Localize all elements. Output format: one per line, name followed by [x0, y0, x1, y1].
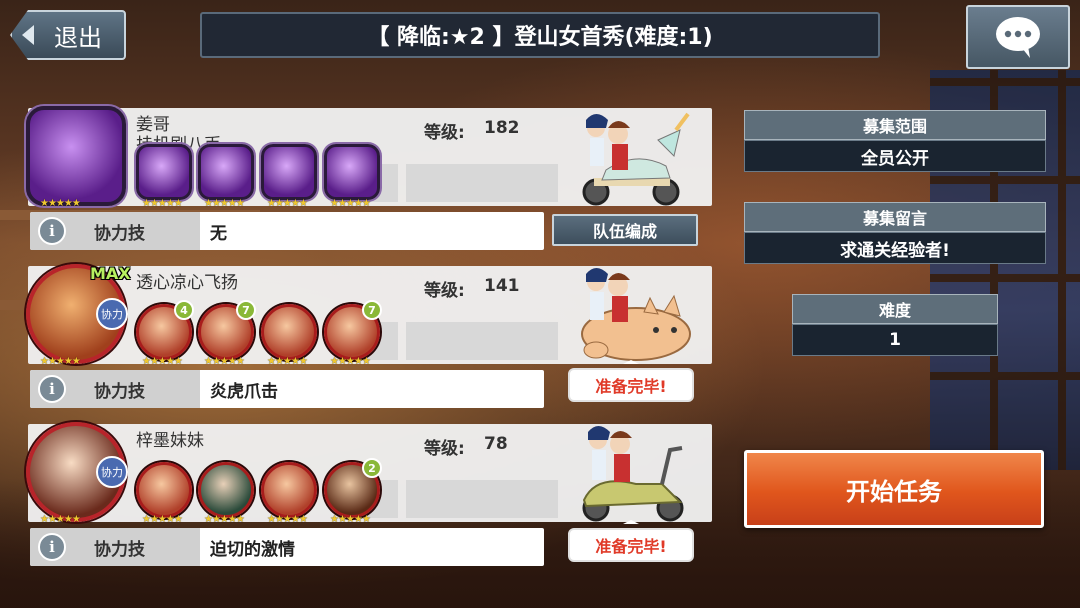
chat-bubble-icon [996, 17, 1040, 58]
unit-avatar[interactable] [324, 144, 380, 200]
skill-bar: 协力技 i 炎虎爪击 [30, 370, 544, 408]
ready-status: 准备完毕! [568, 520, 694, 562]
skill-bar: 协力技 i 迫切的激情 [30, 528, 544, 566]
level-value: 141 [484, 276, 520, 296]
ready-status: 准备完毕! [568, 360, 694, 402]
skill-value: 炎虎爪击 [210, 381, 278, 402]
unit-level-badge: 2 [362, 458, 382, 478]
unit-level-badge: 7 [362, 300, 382, 320]
info-icon[interactable]: i [38, 533, 66, 561]
rarity-stars: ★★★★★ [142, 356, 183, 367]
info-icon[interactable]: i [38, 217, 66, 245]
unit-avatar[interactable] [198, 144, 254, 200]
level-label: 等级: [424, 123, 465, 143]
empty-slot [406, 164, 558, 202]
rarity-stars: ★★★★★ [142, 514, 183, 525]
start-mission-button[interactable]: 开始任务 [744, 450, 1044, 528]
rarity-stars: ★★★★★ [267, 356, 308, 367]
recruit-range-value: 全员公开 [744, 140, 1046, 172]
player-name: 梓墨妹妹 [136, 431, 204, 451]
unit-avatar[interactable] [261, 304, 317, 360]
recruit-message-label: 募集留言 [744, 202, 1046, 232]
info-icon[interactable]: i [38, 375, 66, 403]
unit-level-badge: 4 [174, 300, 194, 320]
rarity-stars: ★★★★★ [142, 198, 183, 209]
team-formation-button[interactable]: 队伍编成 [552, 214, 698, 246]
rarity-stars: ★★★★★ [40, 356, 81, 367]
coop-tag: 协力 [96, 298, 128, 330]
chat-button[interactable] [966, 5, 1070, 69]
level-label: 等级: [424, 281, 465, 301]
rarity-stars: ★★★★★ [204, 198, 245, 209]
empty-slot [406, 322, 558, 360]
back-arrow-icon [22, 25, 34, 45]
unit-avatar[interactable] [261, 144, 317, 200]
skill-value: 无 [210, 223, 227, 244]
player-name: 透心凉心飞扬 [136, 273, 238, 293]
leader-avatar[interactable] [26, 106, 126, 206]
recruit-message-value: 求通关经验者! [744, 232, 1046, 264]
level-value: 182 [484, 118, 520, 138]
unit-level-badge: 7 [236, 300, 256, 320]
skill-value: 迫切的激情 [210, 539, 295, 560]
level-value: 78 [484, 434, 508, 454]
rarity-stars: ★★★★★ [330, 514, 371, 525]
quest-title: 【 降临:★2 】登山女首秀(难度:1) [200, 12, 880, 58]
unicorn-rocking-horse-mount [582, 112, 690, 206]
difficulty-label: 难度 [792, 294, 998, 324]
unit-avatar[interactable] [261, 462, 317, 518]
difficulty-value: 1 [792, 324, 998, 356]
rarity-stars: ★★★★★ [267, 198, 308, 209]
rarity-stars: ★★★★★ [40, 514, 81, 525]
max-tag: MAX [90, 264, 131, 283]
scooter-mount [582, 426, 684, 522]
exit-button[interactable]: 退出 [10, 10, 126, 60]
coop-tag: 协力 [96, 456, 128, 488]
cat-mount [581, 268, 691, 361]
rarity-stars: ★★★★★ [204, 356, 245, 367]
rarity-stars: ★★★★★ [330, 198, 371, 209]
rarity-stars: ★★★★★ [204, 514, 245, 525]
unit-avatar[interactable] [198, 462, 254, 518]
empty-slot [406, 480, 558, 518]
rarity-stars: ★★★★★ [267, 514, 308, 525]
rarity-stars: ★★★★★ [40, 198, 81, 209]
skill-bar: 协力技 i 无 [30, 212, 544, 250]
rarity-stars: ★★★★★ [330, 356, 371, 367]
unit-avatar[interactable] [136, 144, 192, 200]
recruit-range-label: 募集范围 [744, 110, 1046, 140]
level-label: 等级: [424, 439, 465, 459]
unit-avatar[interactable] [136, 462, 192, 518]
exit-label: 退出 [54, 23, 102, 52]
